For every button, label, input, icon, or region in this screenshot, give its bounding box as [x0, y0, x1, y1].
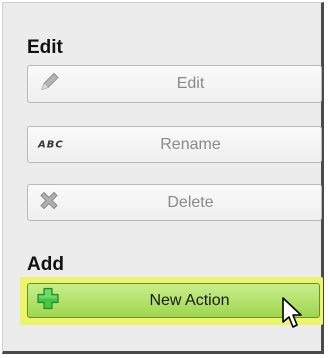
edit-button-label: Edit — [176, 75, 205, 92]
new-action-button-label: New Action — [149, 291, 230, 309]
new-action-button[interactable]: New Action — [27, 283, 320, 318]
edit-button[interactable]: Edit — [27, 65, 322, 103]
add-section-title: Add — [27, 254, 64, 275]
mouse-pointer-icon — [281, 296, 307, 335]
edit-section-title: Edit — [27, 37, 63, 58]
delete-button-label: Delete — [167, 193, 214, 211]
rename-button-label: Rename — [160, 135, 221, 153]
rename-button[interactable]: ABC Rename — [27, 126, 322, 163]
delete-button[interactable]: Delete — [27, 184, 322, 221]
